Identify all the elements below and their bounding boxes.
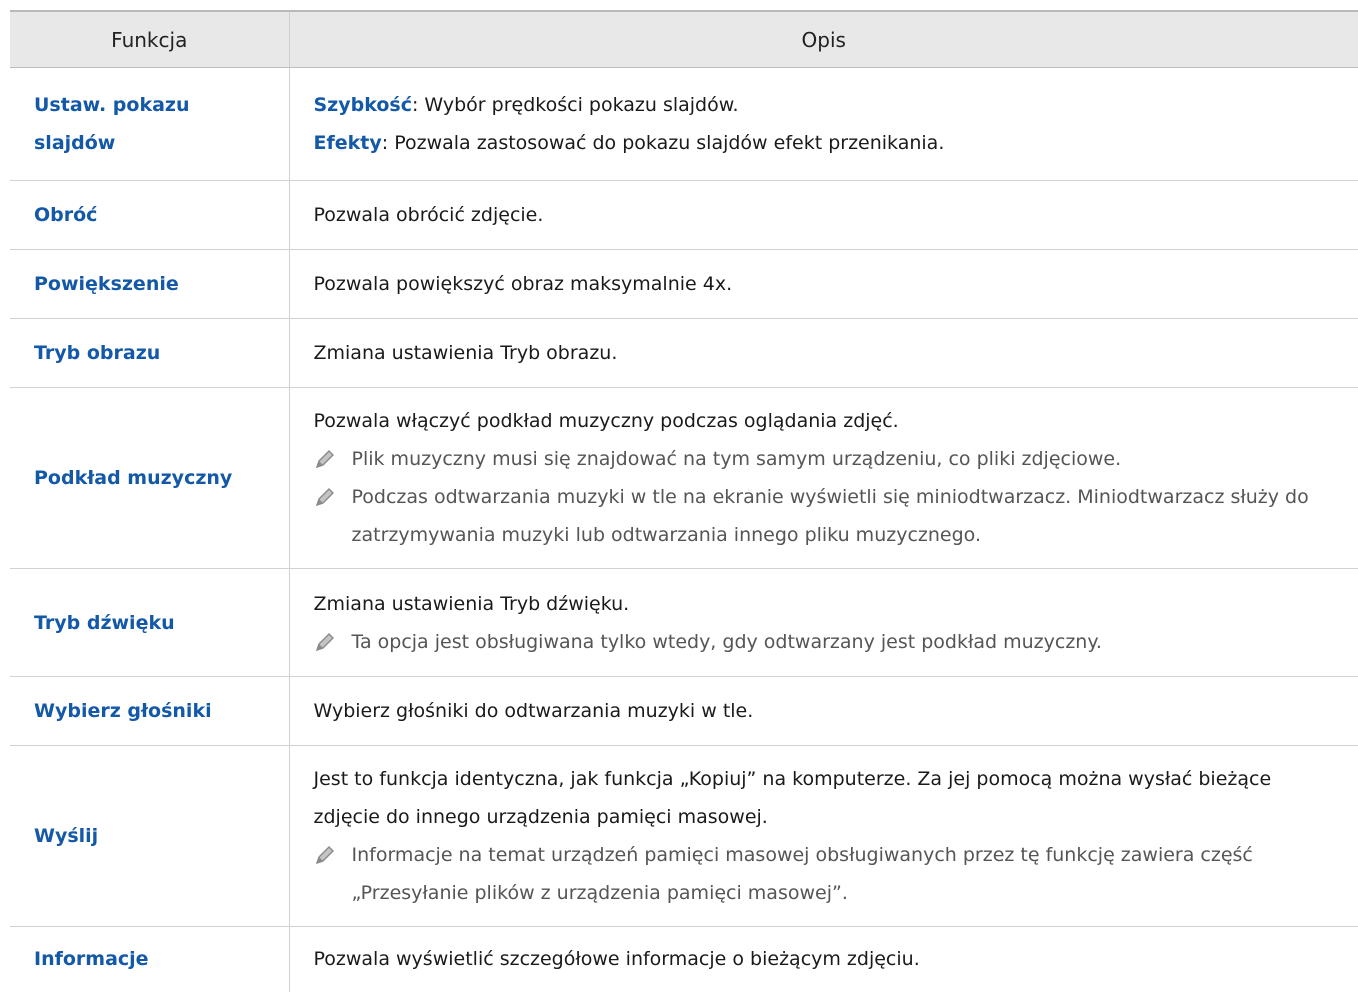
table-header-row: Funkcja Opis — [10, 11, 1358, 68]
note: Informacje na temat urządzeń pamięci mas… — [314, 836, 1339, 912]
table-row: Podkład muzyczny Pozwala włączyć podkład… — [10, 388, 1358, 569]
function-name: Powiększenie — [10, 250, 289, 319]
function-description: Jest to funkcja identyczna, jak funkcja … — [289, 746, 1358, 927]
note-text: Plik muzyczny musi się znajdować na tym … — [352, 440, 1122, 478]
function-description: Pozwala wyświetlić szczegółowe informacj… — [289, 927, 1358, 992]
table-row: Powiększenie Pozwala powiększyć obraz ma… — [10, 250, 1358, 319]
table-row: Tryb obrazu Zmiana ustawienia Tryb obraz… — [10, 319, 1358, 388]
note: Plik muzyczny musi się znajdować na tym … — [314, 440, 1339, 478]
description-text: Pozwala włączyć podkład muzyczny podczas… — [314, 402, 1339, 440]
function-name: Wybierz głośniki — [10, 677, 289, 746]
function-description: Wybierz głośniki do odtwarzania muzyki w… — [289, 677, 1358, 746]
header-funkcja: Funkcja — [10, 11, 289, 68]
table-row: Ustaw. pokazu slajdów Szybkość: Wybór pr… — [10, 68, 1358, 181]
pencil-note-icon — [314, 623, 352, 661]
note: Ta opcja jest obsługiwana tylko wtedy, g… — [314, 623, 1339, 661]
function-name: Informacje — [10, 927, 289, 992]
table-row: Informacje Pozwala wyświetlić szczegółow… — [10, 927, 1358, 992]
note-text: Podczas odtwarzania muzyki w tle na ekra… — [352, 478, 1339, 554]
note-text: Informacje na temat urządzeń pamięci mas… — [352, 836, 1339, 912]
note: Podczas odtwarzania muzyki w tle na ekra… — [314, 478, 1339, 554]
keyword: Szybkość — [314, 94, 412, 116]
function-name: Obróć — [10, 181, 289, 250]
pencil-note-icon — [314, 836, 352, 874]
function-description: Zmiana ustawienia Tryb dźwięku. Ta opcja… — [289, 569, 1358, 677]
description-text: : Wybór prędkości pokazu slajdów. — [412, 94, 739, 116]
function-name: Ustaw. pokazu slajdów — [10, 68, 289, 181]
header-opis: Opis — [289, 11, 1358, 68]
keyword: Efekty — [314, 132, 382, 154]
table-row: Tryb dźwięku Zmiana ustawienia Tryb dźwi… — [10, 569, 1358, 677]
function-description: Pozwala włączyć podkład muzyczny podczas… — [289, 388, 1358, 569]
description-text: : Pozwala zastosować do pokazu slajdów e… — [382, 132, 945, 154]
function-name: Tryb obrazu — [10, 319, 289, 388]
function-name: Tryb dźwięku — [10, 569, 289, 677]
function-description: Zmiana ustawienia Tryb obrazu. — [289, 319, 1358, 388]
function-name: Wyślij — [10, 746, 289, 927]
note-text: Ta opcja jest obsługiwana tylko wtedy, g… — [352, 623, 1102, 661]
function-description: Pozwala obrócić zdjęcie. — [289, 181, 1358, 250]
description-line: Szybkość: Wybór prędkości pokazu slajdów… — [314, 86, 1339, 124]
function-description: Szybkość: Wybór prędkości pokazu slajdów… — [289, 68, 1358, 181]
description-text: Zmiana ustawienia Tryb dźwięku. — [314, 585, 1339, 623]
table-row: Wybierz głośniki Wybierz głośniki do odt… — [10, 677, 1358, 746]
table-row: Obróć Pozwala obrócić zdjęcie. — [10, 181, 1358, 250]
pencil-note-icon — [314, 440, 352, 478]
function-description: Pozwala powiększyć obraz maksymalnie 4x. — [289, 250, 1358, 319]
description-text: Jest to funkcja identyczna, jak funkcja … — [314, 760, 1339, 836]
function-name: Podkład muzyczny — [10, 388, 289, 569]
table-row: Wyślij Jest to funkcja identyczna, jak f… — [10, 746, 1358, 927]
function-table: Funkcja Opis Ustaw. pokazu slajdów Szybk… — [10, 10, 1358, 992]
description-line: Efekty: Pozwala zastosować do pokazu sla… — [314, 124, 1339, 162]
pencil-note-icon — [314, 478, 352, 516]
